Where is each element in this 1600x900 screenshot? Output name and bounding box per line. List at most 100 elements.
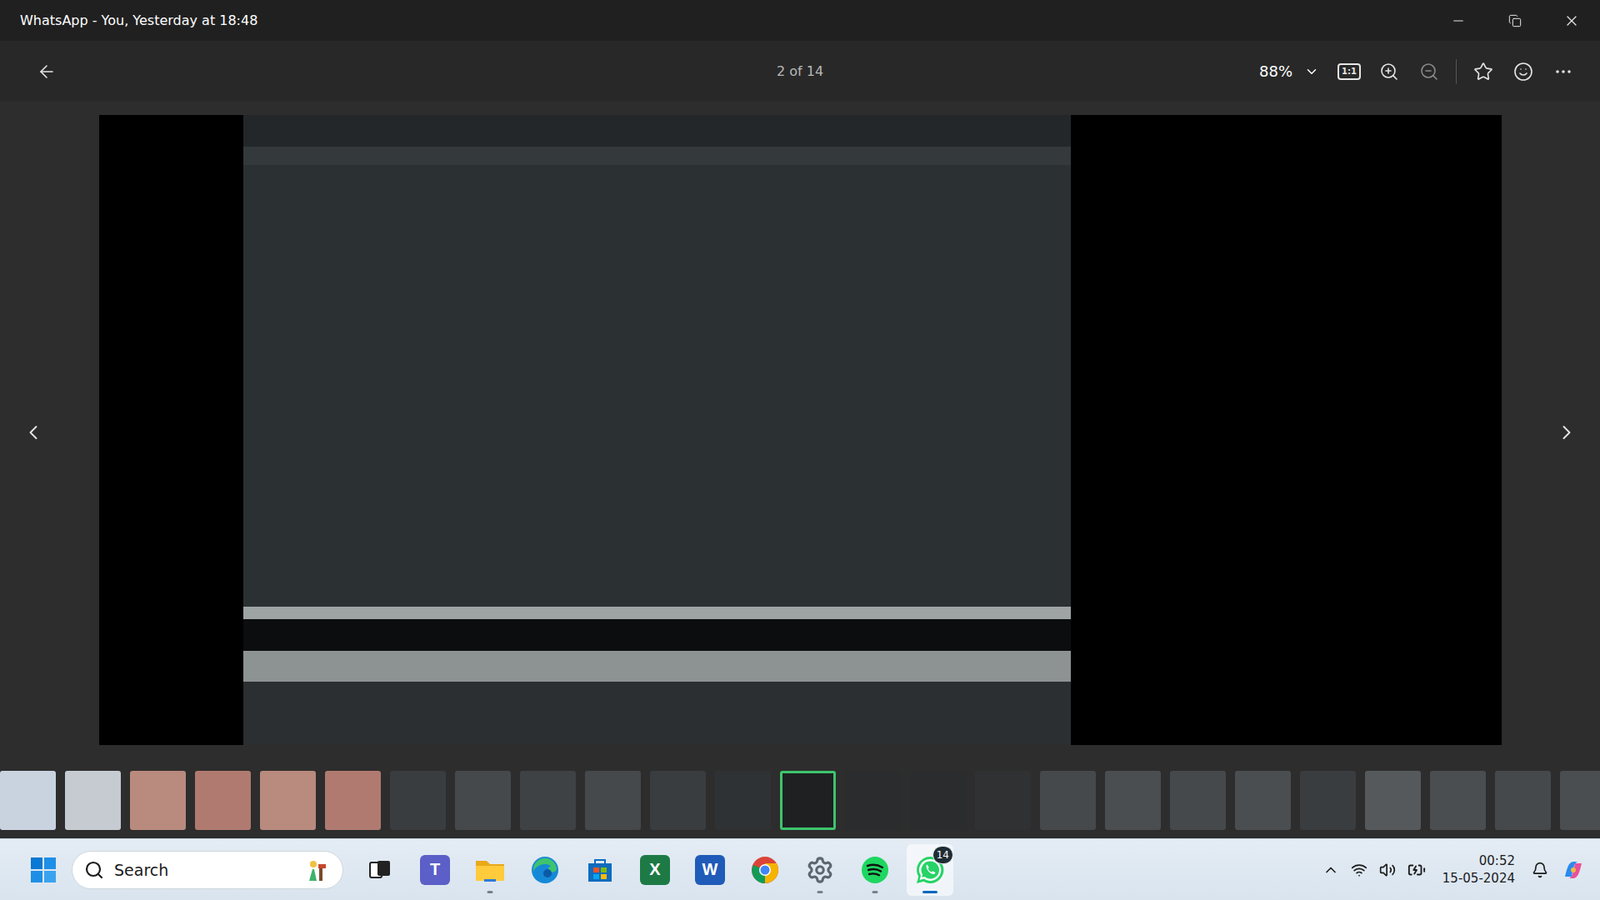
search-highlight-icon bbox=[302, 855, 331, 885]
whatsapp-media-viewer: WhatsApp - You, Yesterday at 18:48 2 of 1… bbox=[0, 0, 1600, 900]
actual-size-icon: 1:1 bbox=[1337, 63, 1361, 80]
gear-icon bbox=[805, 855, 835, 885]
wifi-icon[interactable] bbox=[1350, 861, 1368, 879]
thumbnail[interactable] bbox=[1170, 770, 1226, 830]
viewer-toolbar: 2 of 14 88% 1:1 bbox=[0, 40, 1600, 102]
restore-icon bbox=[1508, 14, 1522, 28]
thumbnail[interactable] bbox=[195, 770, 251, 830]
thumbnail[interactable] bbox=[715, 770, 771, 830]
thumbnail[interactable] bbox=[1430, 770, 1486, 830]
star-button[interactable] bbox=[1463, 53, 1504, 90]
more-icon bbox=[1553, 61, 1574, 82]
thumbnail[interactable] bbox=[910, 770, 966, 830]
running-indicator bbox=[872, 890, 879, 894]
notification-badge: 14 bbox=[932, 845, 954, 865]
zoom-dropdown[interactable]: 88% bbox=[1249, 62, 1330, 80]
more-button[interactable] bbox=[1543, 53, 1584, 90]
thumbnail[interactable] bbox=[780, 770, 836, 830]
chevron-right-icon bbox=[1555, 420, 1579, 445]
smile-icon bbox=[1513, 61, 1534, 82]
media-image bbox=[99, 115, 1502, 745]
clock[interactable]: 00:5215-05-2024 bbox=[1437, 852, 1520, 887]
window-controls bbox=[1430, 0, 1600, 41]
actual-size-button[interactable]: 1:1 bbox=[1329, 53, 1370, 90]
bell-icon[interactable] bbox=[1531, 861, 1549, 879]
taskbar-app[interactable] bbox=[851, 844, 899, 896]
clock-date: 15-05-2024 bbox=[1442, 870, 1515, 887]
windows-logo-icon bbox=[30, 856, 57, 884]
thumbnail[interactable] bbox=[65, 770, 121, 830]
close-button[interactable] bbox=[1543, 0, 1600, 41]
close-icon bbox=[1563, 12, 1580, 30]
search-icon bbox=[84, 860, 105, 880]
thumbnail[interactable] bbox=[1495, 770, 1551, 830]
thumbnail[interactable] bbox=[975, 770, 1031, 830]
search-placeholder: Search bbox=[114, 860, 293, 880]
next-button[interactable] bbox=[1555, 420, 1579, 445]
taskbar: Search T XW 14 00:5215-05-2024 bbox=[0, 838, 1600, 900]
minimize-icon bbox=[1450, 13, 1466, 29]
zoom-out-button[interactable] bbox=[1409, 53, 1450, 90]
thumbnail[interactable] bbox=[130, 770, 186, 830]
store-icon bbox=[585, 855, 615, 885]
task-view-icon bbox=[367, 857, 393, 883]
media-counter: 2 of 14 bbox=[776, 63, 824, 80]
thumbnail[interactable] bbox=[1235, 770, 1291, 830]
thumbnail[interactable] bbox=[260, 770, 316, 830]
start-button[interactable] bbox=[25, 851, 62, 889]
clock-time: 00:52 bbox=[1479, 852, 1515, 870]
taskbar-app[interactable] bbox=[356, 844, 404, 896]
chevron-left-icon bbox=[21, 420, 45, 445]
chevron-up-icon[interactable] bbox=[1322, 861, 1340, 879]
taskbar-app[interactable]: T bbox=[411, 844, 459, 896]
copilot-icon[interactable] bbox=[1560, 856, 1587, 884]
zoom-in-button[interactable] bbox=[1369, 53, 1410, 90]
toolbar-separator bbox=[1455, 59, 1457, 85]
star-icon bbox=[1473, 61, 1494, 82]
restore-button[interactable] bbox=[1486, 0, 1544, 41]
thumbnail-strip bbox=[0, 762, 1600, 839]
excel-icon: X bbox=[640, 855, 670, 885]
thumbnail[interactable] bbox=[390, 770, 446, 830]
taskbar-app[interactable] bbox=[741, 844, 789, 896]
window-title: WhatsApp - You, Yesterday at 18:48 bbox=[20, 12, 1430, 29]
thumbnail[interactable] bbox=[650, 770, 706, 830]
taskbar-app[interactable]: W bbox=[686, 844, 734, 896]
minimize-button[interactable] bbox=[1430, 0, 1487, 41]
taskbar-app[interactable]: X bbox=[631, 844, 679, 896]
pinned-apps: T XW 14 bbox=[356, 844, 954, 896]
taskbar-app[interactable] bbox=[796, 844, 844, 896]
chevron-down-icon bbox=[1304, 64, 1320, 80]
system-tray: 00:5215-05-2024 bbox=[1322, 852, 1587, 887]
zoom-in-icon bbox=[1379, 61, 1400, 82]
taskbar-app[interactable] bbox=[466, 844, 514, 896]
chrome-icon bbox=[750, 855, 780, 885]
back-arrow-icon bbox=[36, 61, 57, 82]
thumbnail[interactable] bbox=[1365, 770, 1421, 830]
react-button[interactable] bbox=[1503, 53, 1544, 90]
thumbnail[interactable] bbox=[325, 770, 381, 830]
title-bar: WhatsApp - You, Yesterday at 18:48 bbox=[0, 0, 1600, 41]
taskbar-app[interactable] bbox=[521, 844, 569, 896]
thumbnail[interactable] bbox=[585, 770, 641, 830]
back-button[interactable] bbox=[26, 53, 67, 90]
thumbnail[interactable] bbox=[0, 770, 56, 830]
thumbnail[interactable] bbox=[1040, 770, 1096, 830]
thumbnail[interactable] bbox=[520, 770, 576, 830]
thumbnail[interactable] bbox=[1560, 770, 1600, 830]
volume-icon[interactable] bbox=[1379, 861, 1396, 879]
thumbnail[interactable] bbox=[455, 770, 511, 830]
thumbnail[interactable] bbox=[1300, 770, 1356, 830]
video-frame bbox=[243, 115, 1071, 745]
edge-icon bbox=[530, 855, 560, 885]
running-indicator bbox=[487, 890, 494, 894]
running-indicator bbox=[817, 890, 824, 894]
thumbnail[interactable] bbox=[1105, 770, 1161, 830]
previous-button[interactable] bbox=[21, 420, 45, 445]
battery-icon[interactable] bbox=[1407, 860, 1426, 880]
taskbar-app[interactable]: 14 bbox=[906, 844, 954, 896]
folder-icon bbox=[474, 855, 506, 885]
search-box[interactable]: Search bbox=[71, 850, 344, 890]
thumbnail[interactable] bbox=[845, 770, 901, 830]
taskbar-app[interactable] bbox=[576, 844, 624, 896]
